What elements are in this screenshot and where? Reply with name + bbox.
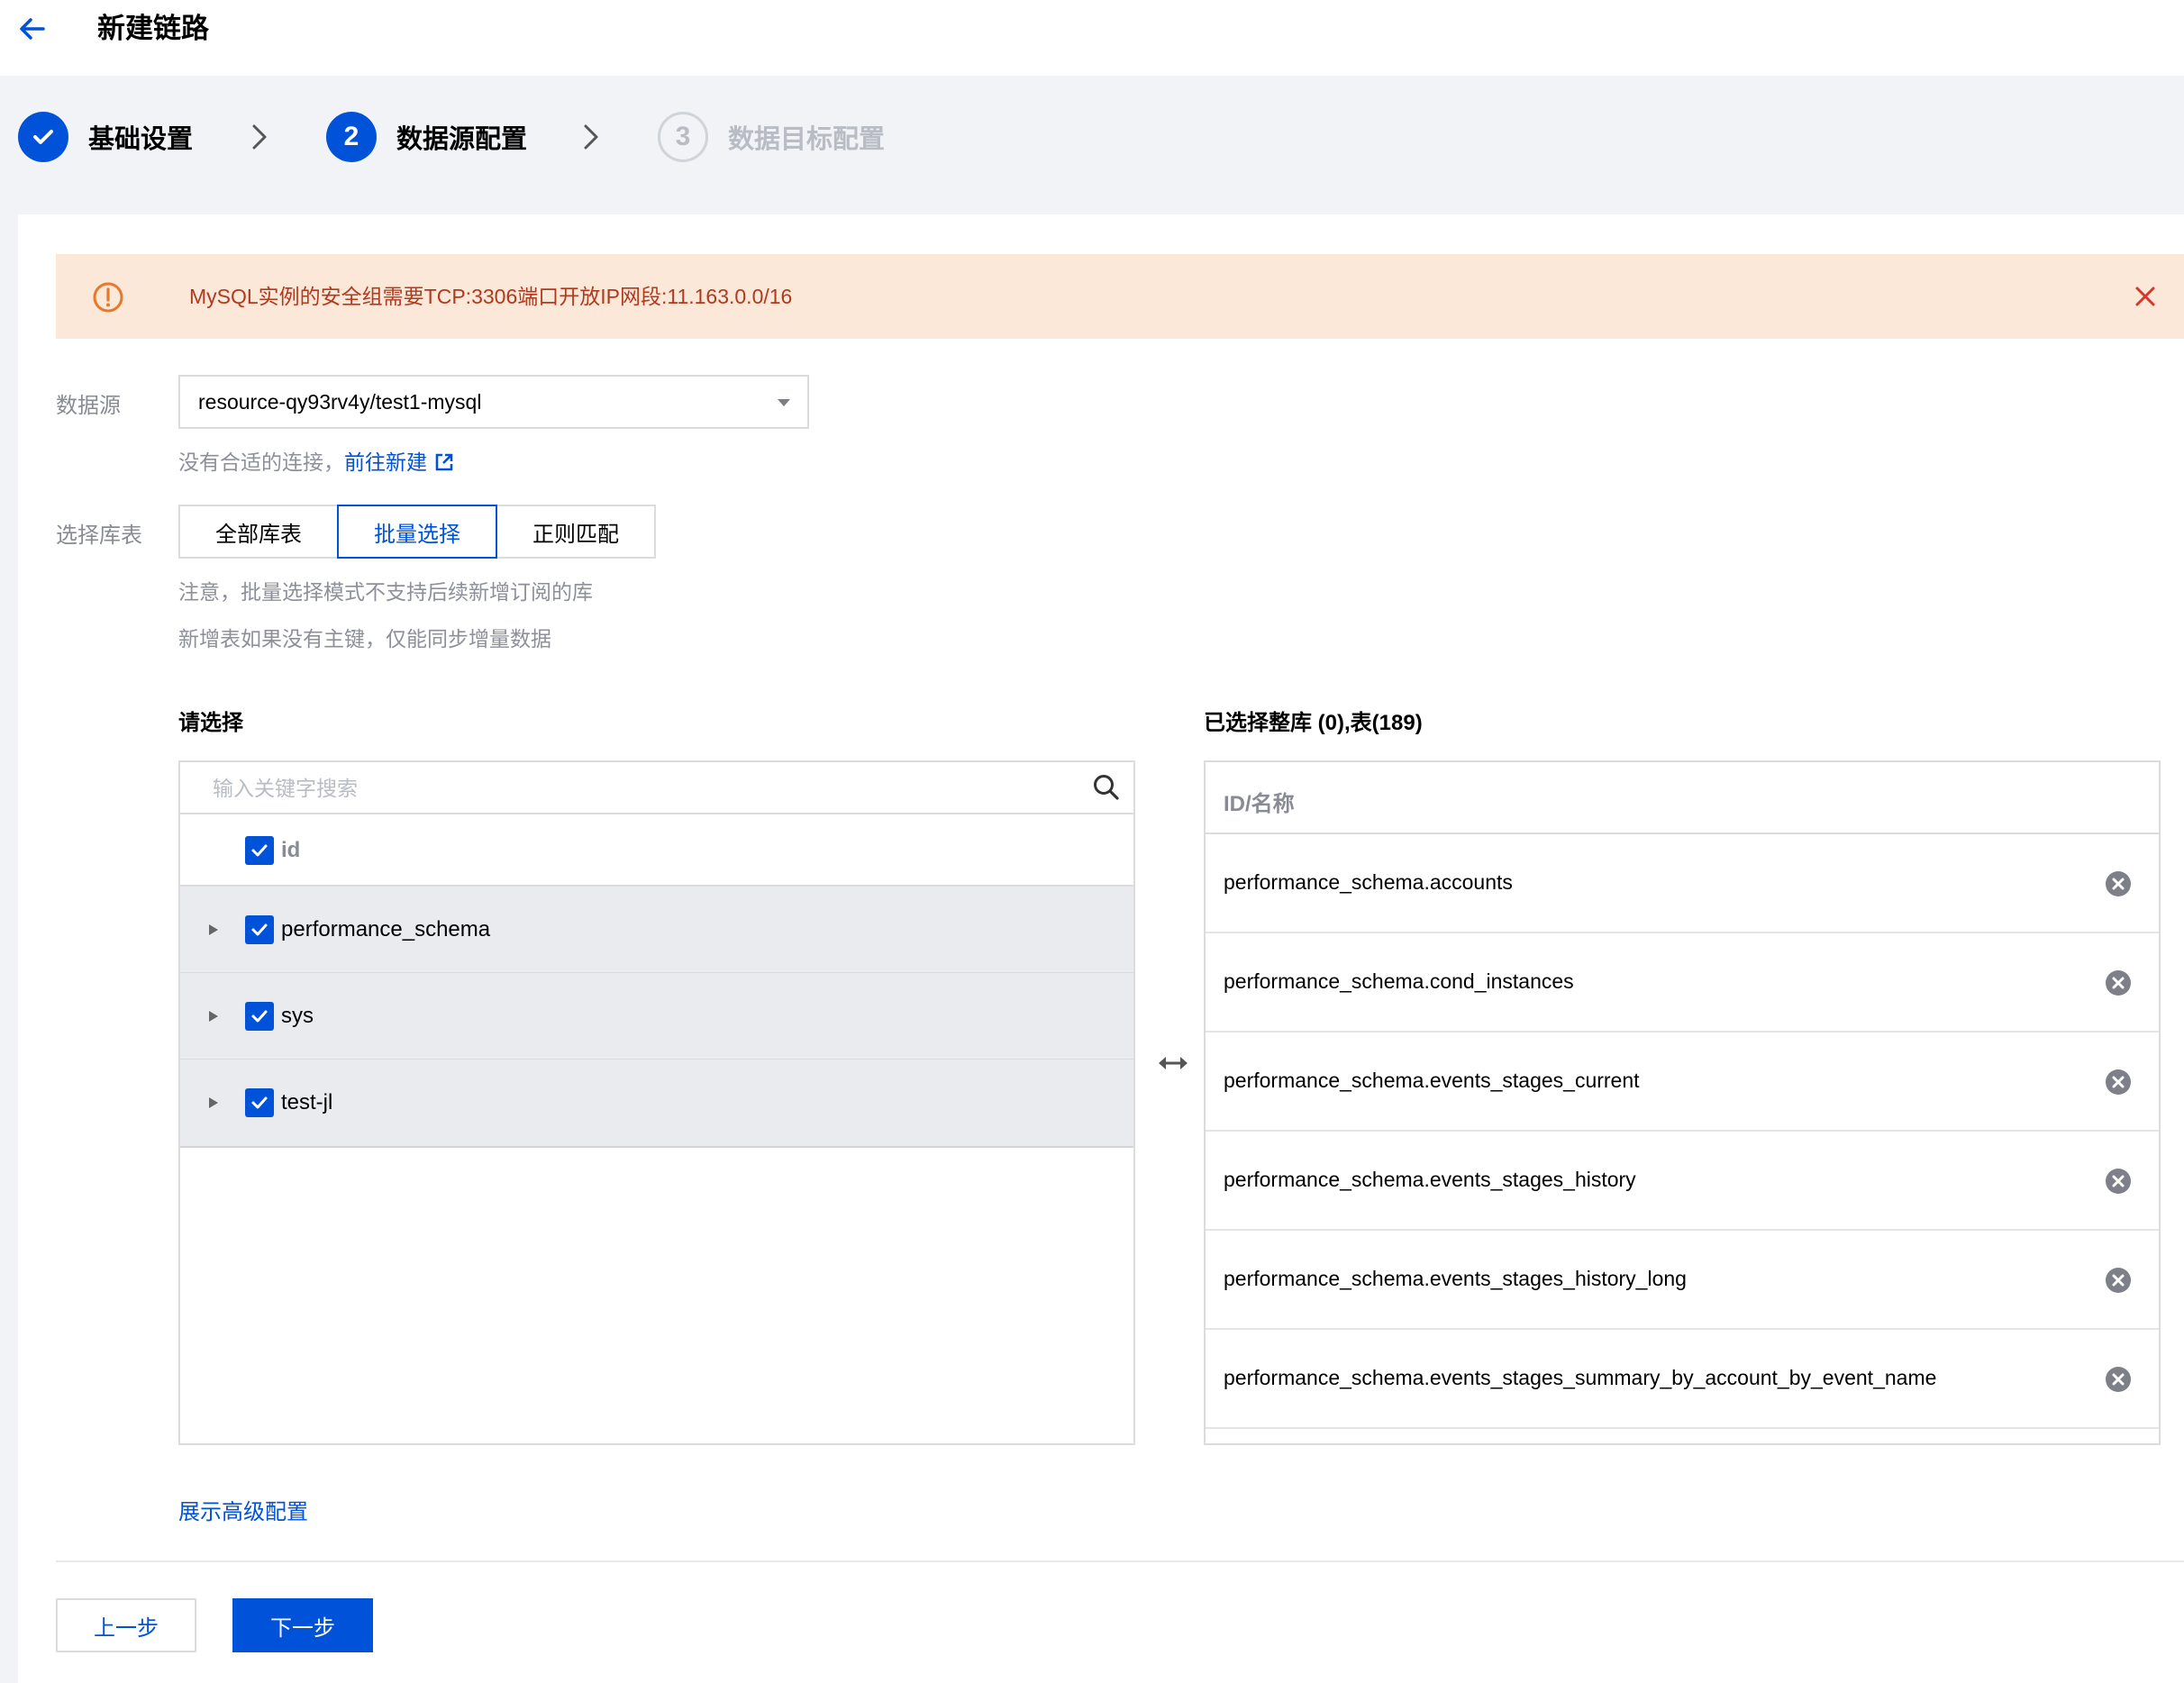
mode-batch-select[interactable]: 批量选择	[337, 505, 497, 559]
check-icon	[251, 923, 268, 936]
selected-row-label: performance_schema.events_stages_summary…	[1224, 1366, 1937, 1389]
footer-divider	[56, 1560, 2184, 1562]
tree-row-label: sys	[281, 1004, 314, 1028]
check-icon	[251, 1010, 268, 1023]
chevron-right-icon	[584, 124, 598, 150]
create-connection-link[interactable]: 前往新建	[344, 450, 427, 474]
expand-triangle-icon[interactable]	[207, 923, 220, 937]
remove-circle-icon[interactable]	[2105, 1168, 2132, 1195]
selected-row: performance_schema.events_stages_history	[1206, 1132, 2159, 1231]
expand-triangle-icon[interactable]	[207, 1096, 220, 1110]
selected-row: performance_schema.events_stages_current	[1206, 1033, 2159, 1132]
step-done-check-icon	[18, 112, 68, 162]
expand-triangle-icon[interactable]	[207, 1009, 220, 1023]
step-number: 3	[658, 112, 708, 162]
source-tree-panel: id performance_schema sys test-jl	[178, 760, 1135, 1445]
page-title: 新建链路	[97, 13, 209, 44]
remove-circle-icon[interactable]	[2105, 870, 2132, 897]
step-number: 2	[326, 112, 377, 162]
steps-bar: 基础设置 2 数据源配置 3 数据目标配置	[0, 76, 2184, 214]
primary-key-note: 新增表如果没有主键，仅能同步增量数据	[178, 627, 551, 650]
select-all-checkbox[interactable]	[245, 836, 274, 865]
selected-header-label: ID/名称	[1224, 792, 1295, 816]
selected-row: performance_schema.events_stages_history…	[1206, 1231, 2159, 1330]
step-datasource-config: 2 数据源配置	[326, 110, 527, 164]
datasource-select-value: resource-qy93rv4y/test1-mysql	[198, 389, 482, 414]
tree-header-label: id	[281, 838, 301, 862]
show-advanced-config-link[interactable]: 展示高级配置	[178, 1494, 308, 1525]
external-link-icon[interactable]	[434, 452, 454, 472]
mode-all-tables[interactable]: 全部库表	[178, 505, 339, 559]
selected-row-label: performance_schema.events_stages_history	[1224, 1168, 1636, 1191]
mode-regex-match[interactable]: 正则匹配	[496, 505, 656, 559]
transfer-arrows-icon	[1159, 1057, 1188, 1069]
selected-row-label: performance_schema.cond_instances	[1224, 969, 1574, 993]
left-panel-title: 请选择	[178, 711, 243, 735]
row-checkbox[interactable]	[245, 1088, 274, 1117]
back-arrow-icon[interactable]	[16, 13, 49, 45]
selected-row: performance_schema.events_stages_summary…	[1206, 1330, 2159, 1429]
step-target-config: 3 数据目标配置	[658, 110, 885, 164]
step-basic-settings: 基础设置	[18, 110, 193, 164]
step-label: 基础设置	[88, 125, 194, 154]
select-tables-label: 选择库表	[56, 523, 142, 548]
selected-tables-panel: ID/名称 performance_schema.accounts perfor…	[1204, 760, 2161, 1445]
remove-circle-icon[interactable]	[2105, 969, 2132, 996]
warning-circle-icon	[93, 282, 123, 313]
right-panel-title: 已选择整库 (0),表(189)	[1204, 711, 1423, 735]
check-icon	[251, 844, 268, 857]
row-checkbox[interactable]	[245, 915, 274, 944]
remove-circle-icon[interactable]	[2105, 1069, 2132, 1096]
row-checkbox[interactable]	[245, 1002, 274, 1031]
tree-row-label: performance_schema	[281, 917, 491, 942]
selected-row: performance_schema.accounts	[1206, 834, 2159, 933]
batch-note: 注意，批量选择模式不支持后续新增订阅的库	[178, 580, 593, 604]
selected-row-label: performance_schema.accounts	[1224, 870, 1513, 894]
search-row	[180, 762, 1133, 814]
selected-row-label: performance_schema.events_stages_current	[1224, 1069, 1640, 1092]
selected-row-label: performance_schema.events_stages_history…	[1224, 1267, 1687, 1290]
tree-row-label: test-jl	[281, 1090, 333, 1114]
selected-row: performance_schema.cond_instances	[1206, 933, 2159, 1033]
alert-message: MySQL实例的安全组需要TCP:3306端口开放IP网段:11.163.0.0…	[189, 285, 793, 308]
step-label: 数据目标配置	[728, 125, 886, 154]
no-connection-hint: 没有合适的连接，前往新建	[178, 445, 454, 476]
step-label: 数据源配置	[396, 125, 528, 154]
caret-down-icon	[778, 399, 790, 406]
main-card: MySQL实例的安全组需要TCP:3306端口开放IP网段:11.163.0.0…	[18, 214, 2184, 1683]
tree-row[interactable]: performance_schema	[180, 887, 1133, 973]
search-input[interactable]	[213, 771, 1060, 805]
no-connection-text: 没有合适的连接，	[178, 450, 344, 474]
search-icon[interactable]	[1092, 773, 1121, 802]
datasource-label: 数据源	[56, 394, 121, 418]
chevron-right-icon	[252, 124, 267, 150]
check-icon	[251, 1096, 268, 1109]
next-step-button[interactable]: 下一步	[232, 1598, 373, 1652]
prev-step-button[interactable]: 上一步	[56, 1598, 196, 1652]
tree-row[interactable]: test-jl	[180, 1060, 1133, 1148]
selected-header-row: ID/名称	[1206, 762, 2159, 834]
datasource-select[interactable]: resource-qy93rv4y/test1-mysql	[178, 375, 809, 429]
tree-row[interactable]: sys	[180, 973, 1133, 1060]
remove-circle-icon[interactable]	[2105, 1366, 2132, 1393]
close-icon[interactable]	[2130, 281, 2161, 312]
table-mode-segmented: 全部库表 批量选择 正则匹配	[178, 505, 656, 559]
remove-circle-icon[interactable]	[2105, 1267, 2132, 1294]
page-header: 新建链路	[0, 0, 2184, 76]
security-group-alert: MySQL实例的安全组需要TCP:3306端口开放IP网段:11.163.0.0…	[56, 254, 2184, 339]
tree-header-row: id	[180, 814, 1133, 887]
